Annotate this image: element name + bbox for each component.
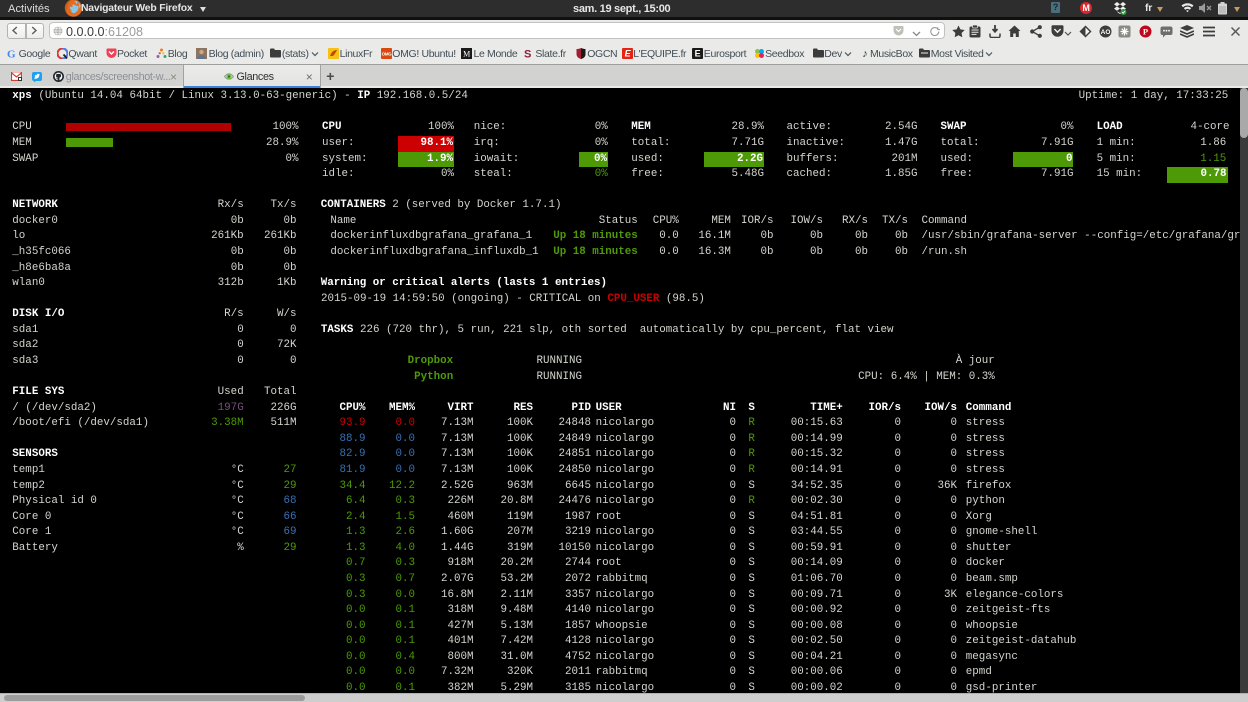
svg-text:M: M: [463, 49, 470, 58]
svg-text:E: E: [695, 48, 701, 58]
svg-text:G: G: [7, 48, 16, 59]
svg-text:OMG: OMG: [381, 51, 391, 56]
svg-text:S: S: [524, 48, 531, 59]
svg-text:P: P: [1143, 26, 1148, 36]
svg-text:AO: AO: [1101, 29, 1111, 36]
